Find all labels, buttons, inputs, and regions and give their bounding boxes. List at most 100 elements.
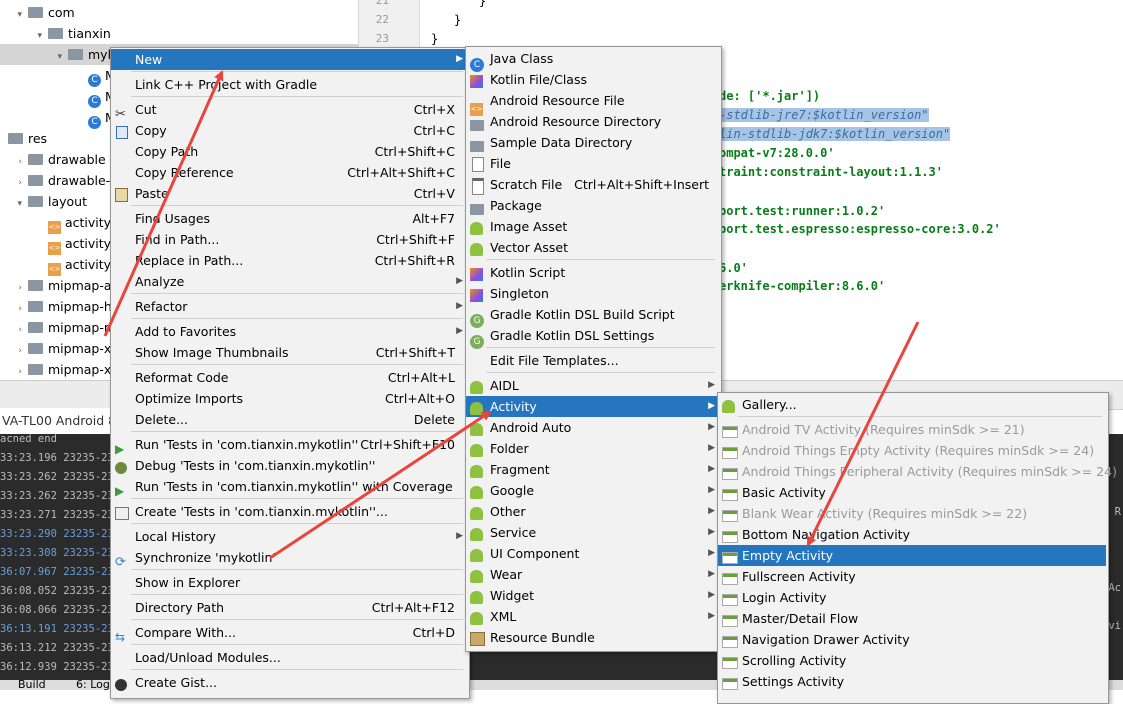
menu-item-file[interactable]: File [466,153,719,174]
tree-item-activity[interactable]: <> activity_ [0,212,117,234]
menu-item-scrolling-activity[interactable]: Scrolling Activity [718,650,1106,671]
menu-item-run-tests-in-com-tianxin-mykotlin-with-c[interactable]: ▶ Run 'Tests in 'com.tianxin.mykotlin'' w… [111,476,467,498]
menu-item-copy-reference[interactable]: Copy Reference Ctrl+Alt+Shift+C [111,162,467,183]
menu-item-empty-activity[interactable]: Empty Activity [718,545,1106,566]
menu-item-bottom-navigation-activity[interactable]: Bottom Navigation Activity [718,524,1106,545]
menu-item-vector-asset[interactable]: Vector Asset [466,237,719,258]
menu-item-aidl[interactable]: AIDL ▶ [466,375,719,396]
menu-item-android-auto[interactable]: Android Auto ▶ [466,417,719,438]
build-tab[interactable]: Build [18,680,46,690]
menu-item-folder[interactable]: Folder ▶ [466,438,719,459]
code-line: } [431,32,439,46]
menu-item-blank-wear-activity-requires-minsdk-22: Blank Wear Activity (Requires minSdk >= … [718,503,1106,524]
menu-item-copy-path[interactable]: Copy Path Ctrl+Shift+C [111,141,467,162]
menu-item-cut[interactable]: ✂ Cut Ctrl+X [111,99,467,122]
menu-item-xml[interactable]: XML ▶ [466,606,719,627]
device-label: VA-TL00 Android 8 [2,413,117,428]
menu-item-basic-activity[interactable]: Basic Activity [718,482,1106,503]
android-icon [470,220,484,235]
logcat-tab[interactable]: 6: Log [76,680,110,690]
tree-item-drawable-v[interactable]: › drawable-v [0,170,117,191]
menu-item-copy[interactable]: Copy Ctrl+C [111,120,467,141]
menu-item-find-usages[interactable]: Find Usages Alt+F7 [111,208,467,229]
tree-item-mipmap-xx[interactable]: › mipmap-xx [0,359,118,380]
tree-item-layout[interactable]: ▾ layout [0,191,87,212]
menu-item-master-detail-flow[interactable]: Master/Detail Flow [718,608,1106,629]
menu-item-package[interactable]: Package [466,195,719,216]
menu-item-reformat-code[interactable]: Reformat Code Ctrl+Alt+L [111,367,467,388]
line-number: 22 [375,13,389,26]
menu-item-synchronize-mykotlin[interactable]: ⟳ Synchronize 'mykotlin' [111,547,467,570]
tree-item-activity[interactable]: <> activity_ [0,233,117,255]
menu-item-other[interactable]: Other ▶ [466,501,719,522]
menu-item-scratch-file[interactable]: Scratch File Ctrl+Alt+Shift+Insert [466,174,719,195]
menu-item-login-activity[interactable]: Login Activity [718,587,1106,608]
menu-item-new[interactable]: New ▶ [111,49,467,70]
menu-item-optimize-imports[interactable]: Optimize Imports Ctrl+Alt+O [111,388,467,409]
tree-item-drawable[interactable]: › drawable [0,149,105,170]
menu-item-sample-data-directory[interactable]: Sample Data Directory [466,132,719,153]
menu-item-analyze[interactable]: Analyze ▶ [111,271,467,292]
menu-item-kotlin-file-class[interactable]: Kotlin File/Class [466,69,719,90]
menu-item-resource-bundle[interactable]: Resource Bundle [466,627,719,648]
folder-icon [470,136,484,152]
menu-item-kotlin-script[interactable]: Kotlin Script [466,262,719,283]
menu-item-paste[interactable]: Paste Ctrl+V [111,183,467,204]
menu-item-replace-in-path[interactable]: Replace in Path... Ctrl+Shift+R [111,250,467,271]
submenu-arrow-icon: ▶ [708,464,715,474]
menu-separator [131,205,463,206]
menu-item-find-in-path[interactable]: Find in Path... Ctrl+Shift+F [111,229,467,250]
menu-item-directory-path[interactable]: Directory Path Ctrl+Alt+F12 [111,597,467,618]
menu-item-delete[interactable]: Delete... Delete [111,409,467,430]
tree-item-mipmap-an[interactable]: › mipmap-an [0,275,119,296]
menu-item-wear[interactable]: Wear ▶ [466,564,719,585]
tree-item-res[interactable]: res [0,128,47,149]
tree-item-mipmap-xh[interactable]: › mipmap-xh [0,338,119,359]
menu-item-widget[interactable]: Widget ▶ [466,585,719,606]
menu-item-gradle-kotlin-dsl-settings[interactable]: G Gradle Kotlin DSL Settings [466,325,719,349]
menu-item-gallery[interactable]: Gallery... [718,394,1106,415]
menu-item-gradle-kotlin-dsl-build-script[interactable]: G Gradle Kotlin DSL Build Script [466,304,719,328]
tree-item-m[interactable]: CM [0,65,116,87]
menu-item-java-class[interactable]: C Java Class [466,48,719,72]
menu-item-google[interactable]: Google ▶ [466,480,719,501]
menu-item-link-c-project-with-gradle[interactable]: Link C++ Project with Gradle [111,74,467,95]
menu-item-service[interactable]: Service ▶ [466,522,719,543]
menu-item-edit-file-templates[interactable]: Edit File Templates... [466,350,719,371]
menu-item-show-in-explorer[interactable]: Show in Explorer [111,572,467,593]
menu-item-fullscreen-activity[interactable]: Fullscreen Activity [718,566,1106,587]
menu-item-run-tests-in-com-tianxin-mykotlin[interactable]: ▶ Run 'Tests in 'com.tianxin.mykotlin'' Ct… [111,434,467,456]
menu-item-debug-tests-in-com-tianxin-mykotlin[interactable]: Debug 'Tests in 'com.tianxin.mykotlin'' [111,455,467,476]
menu-item-local-history[interactable]: Local History ▶ [111,526,467,547]
menu-item-singleton[interactable]: Singleton [466,283,719,304]
menu-item-label: Java Class [490,51,554,66]
tree-item-m[interactable]: CM [0,86,116,108]
menu-item-image-asset[interactable]: Image Asset [466,216,719,237]
tree-item-mipmap-hd[interactable]: › mipmap-hd [0,296,119,317]
menu-item-fragment[interactable]: Fragment ▶ [466,459,719,480]
menu-item-activity[interactable]: Activity ▶ [466,396,719,417]
menu-item-ui-component[interactable]: UI Component ▶ [466,543,719,564]
folder-icon [28,343,43,354]
tree-item-activity[interactable]: <> activity_ [0,254,117,276]
expand-arrow-icon[interactable]: › [12,362,22,380]
menu-item-create-tests-in-com-tianxin-mykotlin[interactable]: Create 'Tests in 'com.tianxin.mykotlin''… [111,501,467,522]
menu-item-load-unload-modules[interactable]: Load/Unload Modules... [111,647,467,668]
create-test-icon [115,505,129,520]
menu-item-label: Fullscreen Activity [742,569,856,584]
menu-item-compare-with[interactable]: ⇆ Compare With... Ctrl+D [111,622,467,644]
menu-item-navigation-drawer-activity[interactable]: Navigation Drawer Activity [718,629,1106,650]
menu-item-settings-activity[interactable]: Settings Activity [718,671,1106,692]
menu-item-android-resource-directory[interactable]: Android Resource Directory [466,111,719,132]
tree-item-tianxin[interactable]: ▾ tianxin [0,23,110,44]
menu-item-show-image-thumbnails[interactable]: Show Image Thumbnails Ctrl+Shift+T [111,342,467,363]
menu-item-add-to-favorites[interactable]: Add to Favorites ▶ [111,321,467,342]
menu-item-refactor[interactable]: Refactor ▶ [111,296,467,317]
gradle-icon: G [470,329,484,349]
menu-item-label: Gradle Kotlin DSL Build Script [490,307,675,322]
menu-item-android-resource-file[interactable]: <> Android Resource File [466,90,719,116]
tree-item-mipmap-m[interactable]: › mipmap-m [0,317,116,338]
tree-item-com[interactable]: ▾ com [0,2,74,23]
tree-item-m[interactable]: CM [0,107,116,129]
